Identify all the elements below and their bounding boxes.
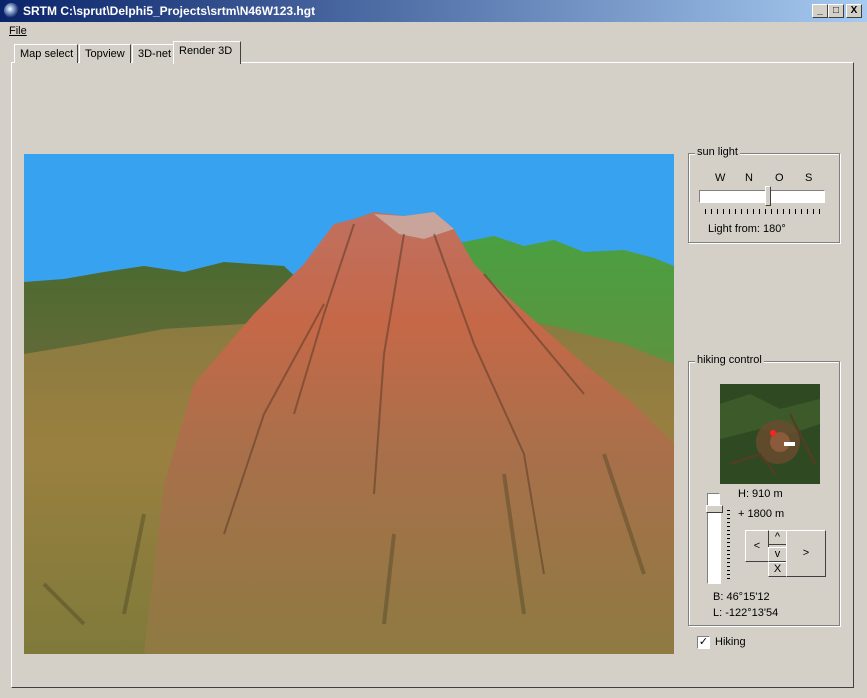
- hiking-control-group: hiking control H: 910 m + 1800 m ^ < v X…: [688, 354, 840, 626]
- sun-light-group: sun light W N O S Light from: 180°: [688, 146, 840, 243]
- nav-right-button[interactable]: >: [786, 530, 826, 577]
- dir-o-label: O: [775, 172, 784, 184]
- hiking-checkbox[interactable]: ✓: [697, 636, 710, 649]
- app-icon[interactable]: [4, 3, 19, 18]
- tab-render-3d[interactable]: Render 3D: [173, 41, 241, 64]
- height-slider-thumb[interactable]: [706, 505, 723, 513]
- hiking-minimap[interactable]: [720, 384, 820, 484]
- nav-down-button[interactable]: v: [768, 547, 787, 562]
- sun-slider-ticks: [705, 209, 821, 214]
- menu-bar: File: [0, 22, 867, 40]
- light-from-text: Light from: 180°: [708, 223, 786, 235]
- tab-label: Topview: [85, 48, 125, 60]
- tab-label: 3D-net: [138, 48, 172, 60]
- view-indicator: [784, 442, 795, 446]
- height-slider-track[interactable]: [707, 510, 721, 584]
- terrain-render: [24, 154, 674, 654]
- latitude-text: B: 46°15'12: [713, 591, 770, 603]
- nav-left-button[interactable]: <: [745, 530, 769, 562]
- close-button[interactable]: X: [846, 4, 862, 18]
- tab-topview[interactable]: Topview: [79, 44, 131, 63]
- tab-map-select[interactable]: Map select: [14, 44, 78, 63]
- height-slider-ticks: [727, 510, 730, 582]
- minimize-button[interactable]: _: [812, 4, 828, 18]
- tab-label: Render 3D: [179, 45, 233, 57]
- sun-slider-thumb[interactable]: [765, 186, 771, 206]
- tab-label: Map select: [20, 48, 74, 60]
- position-marker: [770, 430, 776, 436]
- sun-slider-track[interactable]: [699, 190, 825, 203]
- app-window: SRTM C:\sprut\Delphi5_Projects\srtm\N46W…: [0, 0, 867, 698]
- render-3d-view[interactable]: [24, 154, 674, 654]
- height-offset-text: + 1800 m: [738, 508, 785, 520]
- nav-up-button[interactable]: ^: [768, 530, 787, 545]
- window-title: SRTM C:\sprut\Delphi5_Projects\srtm\N46W…: [23, 4, 316, 18]
- menu-file[interactable]: File: [9, 25, 27, 37]
- nav-center-button[interactable]: X: [768, 562, 787, 577]
- height-text: H: 910 m: [738, 488, 783, 500]
- dir-s-label: S: [805, 172, 813, 184]
- dir-n-label: N: [745, 172, 753, 184]
- sun-light-label: sun light: [695, 146, 740, 158]
- minimap-image: [720, 384, 820, 484]
- hiking-control-label: hiking control: [695, 354, 764, 366]
- title-bar[interactable]: SRTM C:\sprut\Delphi5_Projects\srtm\N46W…: [0, 0, 867, 22]
- tab-3d-net[interactable]: 3D-net: [132, 44, 174, 63]
- dir-w-label: W: [715, 172, 726, 184]
- hiking-checkbox-label[interactable]: Hiking: [715, 636, 746, 648]
- maximize-button[interactable]: □: [828, 4, 844, 18]
- longitude-text: L: -122°13'54: [713, 607, 779, 619]
- menu-file-label: File: [9, 25, 27, 37]
